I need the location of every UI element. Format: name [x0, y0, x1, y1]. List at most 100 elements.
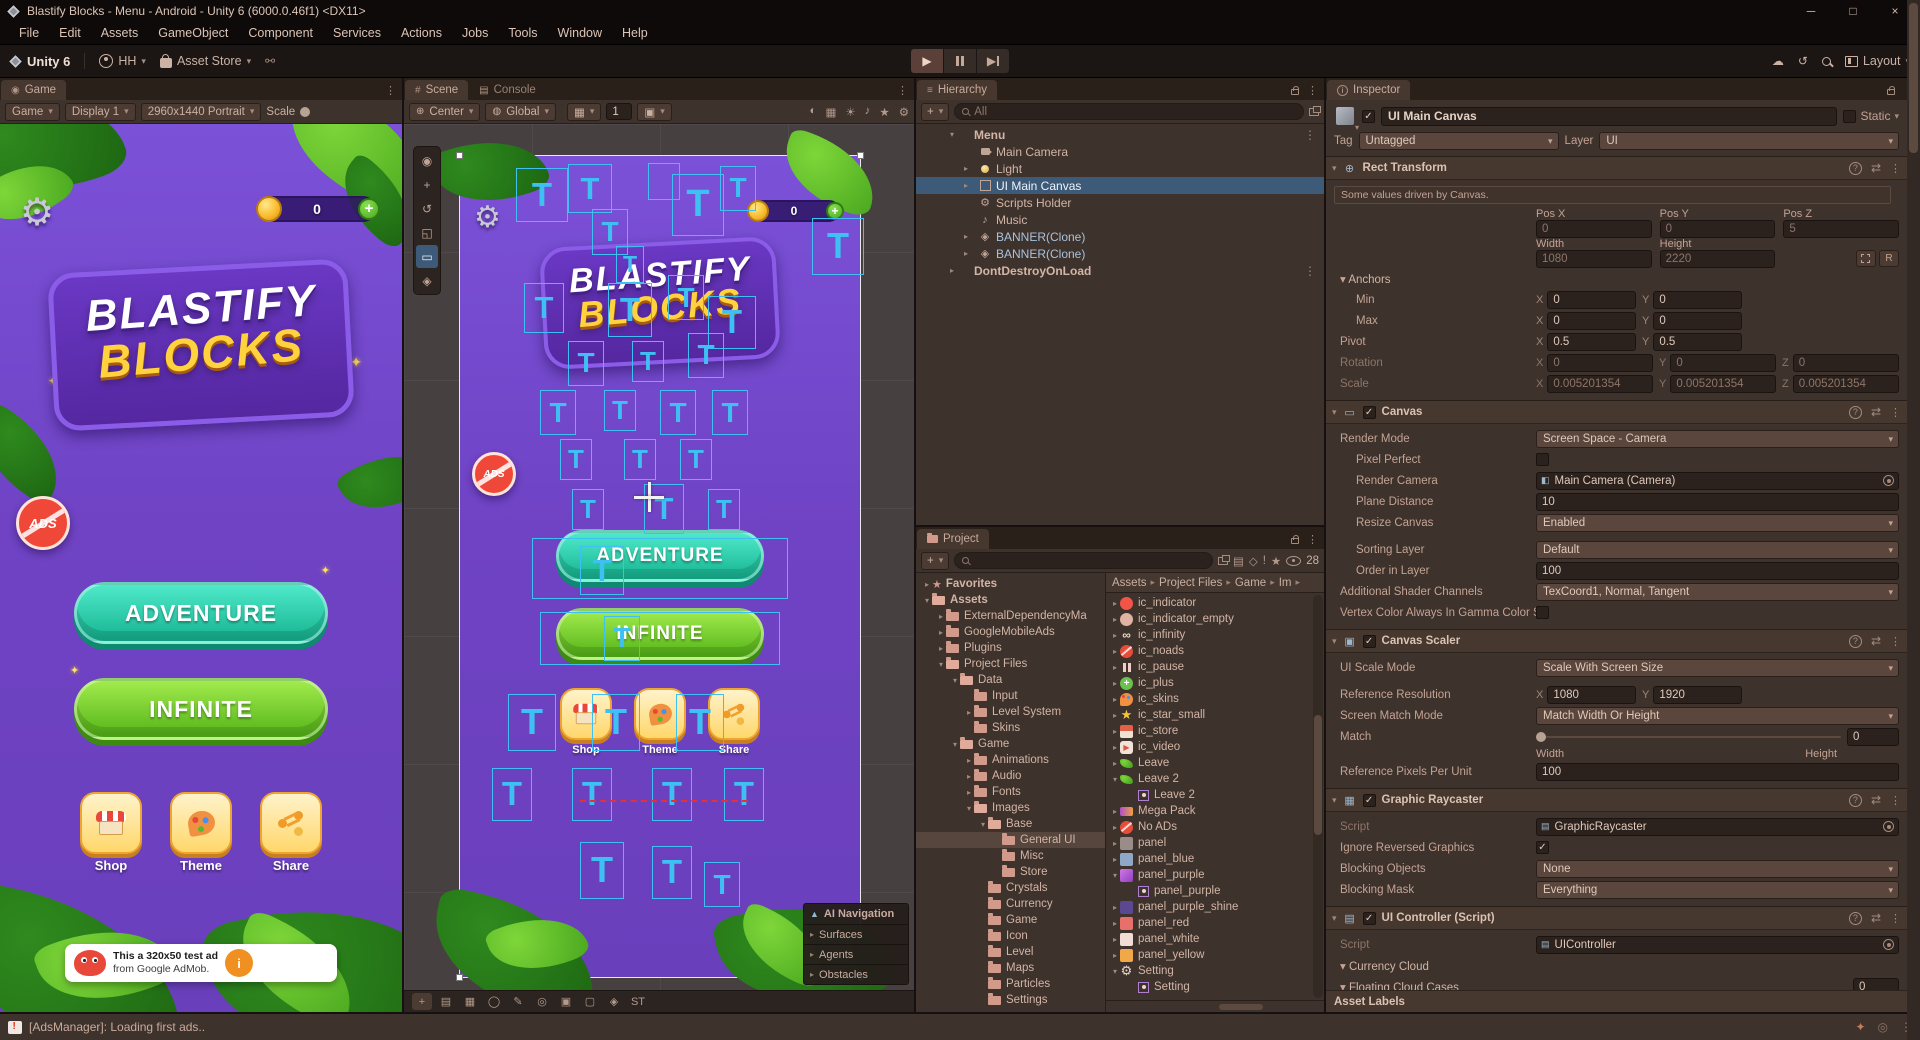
expander-icon[interactable]: ▸: [1110, 855, 1120, 864]
help-icon[interactable]: ?: [1849, 912, 1862, 925]
hierarchy-openwin-icon[interactable]: [1309, 108, 1319, 116]
expander-icon[interactable]: ▾: [1110, 871, 1120, 880]
asset-item-leave-2[interactable]: Leave 2: [1106, 787, 1324, 803]
tree-item-misc[interactable]: Misc: [916, 848, 1105, 864]
rotate-tool-icon[interactable]: ↺: [416, 197, 438, 220]
shop-button[interactable]: Shop: [80, 792, 142, 873]
expander-icon[interactable]: ▾: [978, 820, 988, 829]
strip-mesh-icon[interactable]: ▦: [460, 993, 480, 1010]
strip-transform-icon[interactable]: ◈: [604, 993, 624, 1010]
favorites-filter-icon[interactable]: ★: [1271, 554, 1281, 568]
expander-icon[interactable]: ▸: [1110, 647, 1120, 656]
property-dropdown[interactable]: Scale With Screen Size: [1536, 659, 1899, 677]
value-field[interactable]: 5: [1783, 220, 1899, 238]
expander-icon[interactable]: ▸: [1110, 599, 1120, 608]
text-gizmo[interactable]: T: [652, 768, 692, 821]
component-enabled-checkbox[interactable]: ✓: [1363, 912, 1376, 925]
help-icon[interactable]: ?: [1849, 794, 1862, 807]
admob-test-banner[interactable]: This a 320x50 test adfrom Google AdMob. …: [65, 944, 337, 982]
blueprint-mode-button[interactable]: [1856, 250, 1876, 267]
asset-item-panel-purple[interactable]: ▾panel_purple: [1106, 867, 1324, 883]
value-field[interactable]: 0.005201354: [1547, 375, 1653, 393]
match-slider[interactable]: [1536, 736, 1841, 738]
component-menu-icon[interactable]: ⋮: [1890, 635, 1901, 648]
move-tool-icon[interactable]: +: [416, 173, 438, 196]
value-field[interactable]: 0.005201354: [1793, 375, 1899, 393]
undo-history-icon[interactable]: ↺: [1798, 54, 1808, 68]
value-field[interactable]: 0: [1653, 312, 1742, 330]
value-field[interactable]: 2220: [1660, 250, 1776, 268]
asset-item-leave[interactable]: ▸Leave: [1106, 755, 1324, 771]
expander-icon[interactable]: ▸: [1110, 903, 1120, 912]
version-control-icon[interactable]: ⚯: [265, 54, 274, 68]
tree-item-images[interactable]: ▾Images: [916, 800, 1105, 816]
text-gizmo[interactable]: T: [580, 546, 624, 595]
foldout-arrow-icon[interactable]: ▾: [1340, 961, 1349, 973]
visibility-eye-icon[interactable]: [1286, 556, 1301, 566]
menu-file[interactable]: File: [10, 24, 48, 42]
asset-item-ic-indicator[interactable]: ▸ic_indicator: [1106, 595, 1324, 611]
pause-button[interactable]: [944, 49, 976, 73]
menu-assets[interactable]: Assets: [92, 24, 148, 42]
project-openwin-icon[interactable]: [1218, 557, 1228, 565]
ai-obstacles-item[interactable]: ▸Obstacles: [804, 964, 908, 984]
breadcrumb-item[interactable]: Game: [1235, 577, 1266, 589]
notifications-bell-icon[interactable]: ◎: [1878, 1020, 1888, 1034]
component-header[interactable]: ▾▦✓Graphic Raycaster?⇄⋮: [1326, 789, 1907, 812]
value-field[interactable]: 100: [1536, 562, 1899, 580]
cloud-icon[interactable]: ☁: [1772, 54, 1784, 68]
gameobject-name-field[interactable]: UI Main Canvas: [1381, 107, 1837, 126]
asset-item-panel-blue[interactable]: ▸panel_blue: [1106, 851, 1324, 867]
text-gizmo[interactable]: T: [604, 616, 640, 661]
tab-game[interactable]: ◉ Game: [1, 80, 66, 100]
raw-edit-button[interactable]: R: [1879, 250, 1899, 267]
group-gizmo[interactable]: [540, 612, 780, 665]
text-gizmo[interactable]: T: [660, 390, 696, 435]
tree-item-general-ui[interactable]: General UI: [916, 832, 1105, 848]
expander-icon[interactable]: ▸: [1110, 935, 1120, 944]
expander-icon[interactable]: ▸: [936, 612, 946, 621]
expander-icon[interactable]: ▸: [1110, 679, 1120, 688]
asset-item-panel[interactable]: ▸panel: [1106, 835, 1324, 851]
text-gizmo[interactable]: T: [672, 174, 724, 236]
value-field[interactable]: 0.5: [1653, 333, 1742, 351]
presets-icon[interactable]: ⇄: [1871, 911, 1881, 925]
tree-item-input[interactable]: Input: [916, 688, 1105, 704]
tree-item-game[interactable]: Game: [916, 912, 1105, 928]
project-add-button[interactable]: +▾: [921, 552, 949, 570]
static-toggle[interactable]: Static▾: [1843, 109, 1899, 123]
asset-item-ic-pause[interactable]: ▸ic_pause: [1106, 659, 1324, 675]
scene-ui-canvas[interactable]: ⚙ 0+ BLASTIFY BLOCKS ADS ADVENTURE INFIN…: [459, 155, 861, 978]
text-gizmo[interactable]: T: [688, 333, 724, 378]
component-header[interactable]: ▾▣✓Canvas Scaler?⇄⋮: [1326, 630, 1907, 653]
help-icon[interactable]: ?: [1849, 162, 1862, 175]
expander-icon[interactable]: ▸: [1110, 663, 1120, 672]
component-menu-icon[interactable]: ⋮: [1890, 794, 1901, 807]
expander-icon[interactable]: ▸: [1110, 823, 1120, 832]
text-gizmo[interactable]: T: [568, 341, 604, 386]
text-gizmo[interactable]: T: [568, 164, 612, 213]
game-panel-menu-icon[interactable]: ⋮: [385, 84, 396, 97]
object-picker-icon[interactable]: [1883, 475, 1894, 486]
tool-handle-rotation-dropdown[interactable]: ◍Global▾: [485, 103, 556, 121]
asset-item-ic-store[interactable]: ▸ic_store: [1106, 723, 1324, 739]
expander-icon[interactable]: ▾: [1110, 775, 1120, 784]
tab-scene[interactable]: # Scene: [405, 80, 468, 100]
menu-tools[interactable]: Tools: [499, 24, 546, 42]
asset-item-ic-video[interactable]: ▸▶ic_video: [1106, 739, 1324, 755]
text-gizmo[interactable]: T: [680, 439, 712, 480]
expander-icon[interactable]: ▾: [950, 676, 960, 685]
text-gizmo[interactable]: T: [676, 694, 724, 751]
scale-tool-icon[interactable]: ◱: [416, 221, 438, 244]
asset-item-panel-purple-shine[interactable]: ▸panel_purple_shine: [1106, 899, 1324, 915]
property-dropdown[interactable]: Enabled: [1536, 514, 1899, 532]
static-checkbox[interactable]: [1843, 110, 1856, 123]
tree-item-favorites[interactable]: ▸★Favorites: [916, 576, 1105, 592]
property-checkbox[interactable]: [1536, 606, 1549, 619]
tab-hierarchy[interactable]: ≡ Hierarchy: [917, 80, 997, 100]
menu-jobs[interactable]: Jobs: [453, 24, 497, 42]
component-enabled-checkbox[interactable]: ✓: [1363, 794, 1376, 807]
property-dropdown[interactable]: TexCoord1, Normal, Tangent: [1536, 583, 1899, 601]
inspector-lock-icon[interactable]: [1887, 89, 1895, 95]
status-paint-icon[interactable]: ✦: [1855, 1020, 1865, 1034]
